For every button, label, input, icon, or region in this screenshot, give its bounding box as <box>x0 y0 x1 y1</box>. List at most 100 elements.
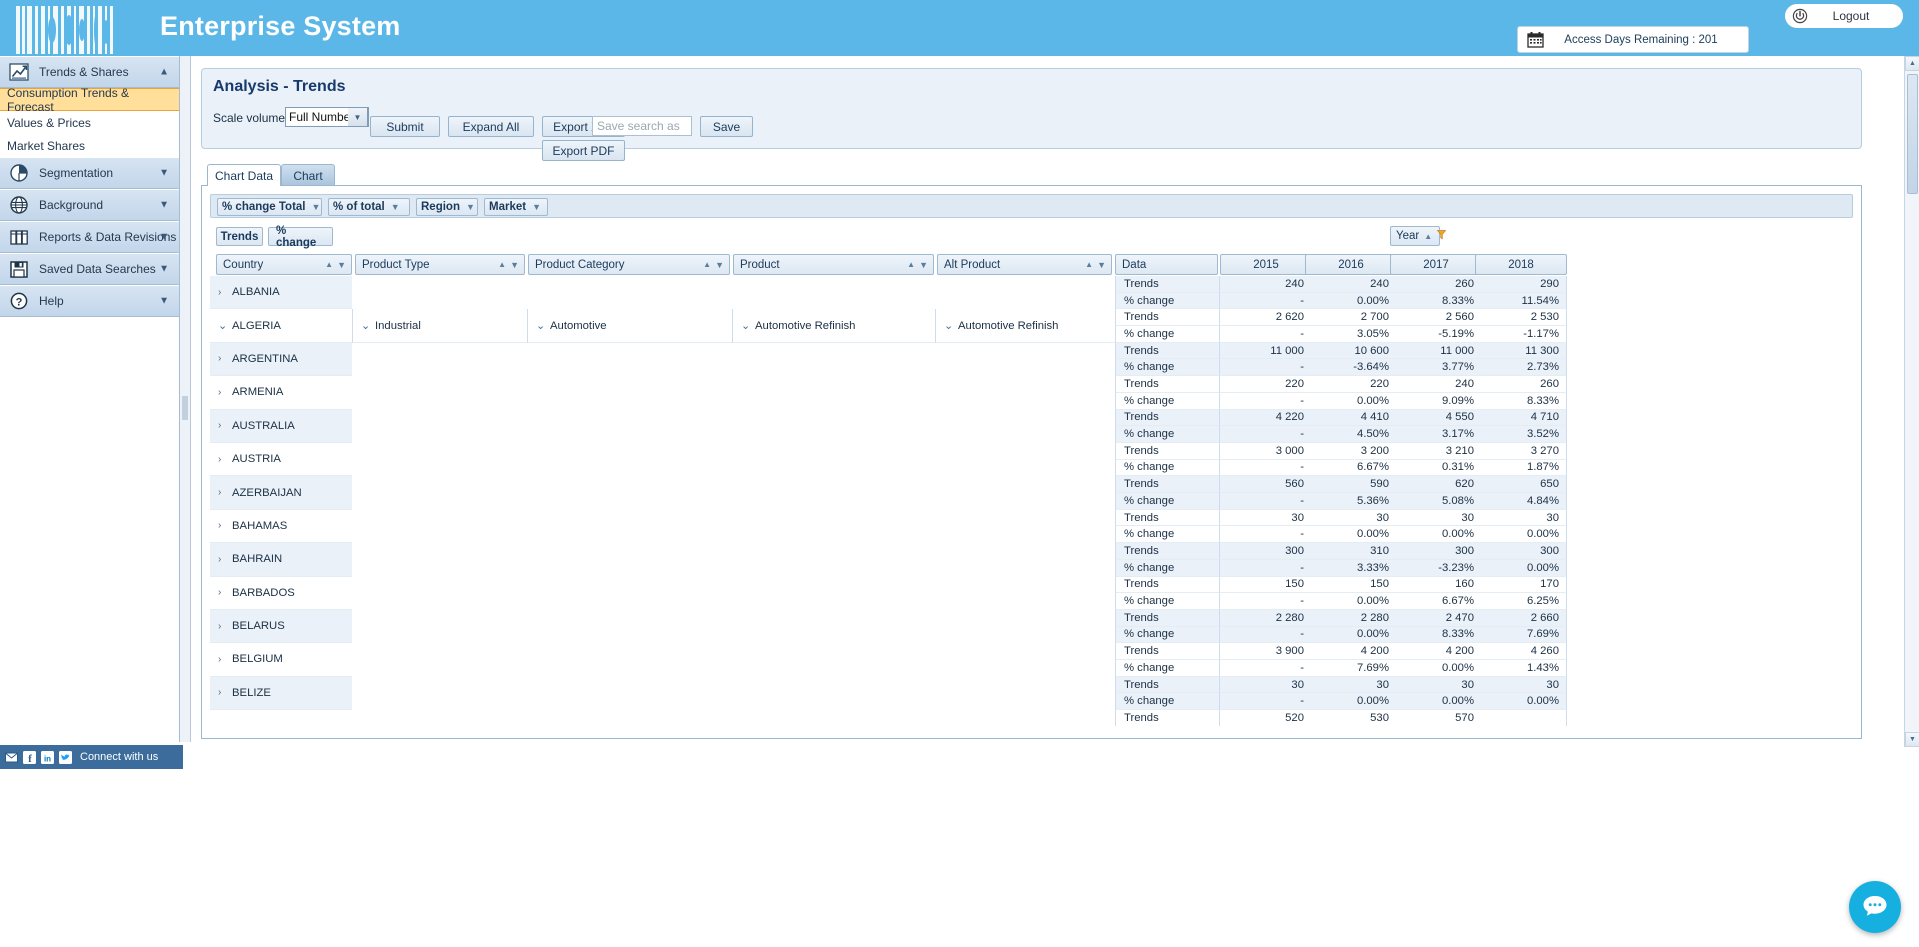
expand-chevron-icon[interactable]: › <box>218 621 225 632</box>
mode-button-pct-change[interactable]: % change <box>268 225 333 249</box>
column-header-label: Product <box>740 258 780 271</box>
main-scroll-handle[interactable] <box>1907 74 1918 194</box>
column-header-year-2016[interactable]: 2016 <box>1305 254 1397 275</box>
sidebar-group-help[interactable]: ? Help ▼ <box>0 285 179 317</box>
sidebar-item-consumption-trends-forecast[interactable]: Consumption Trends & Forecast <box>0 86 179 114</box>
cell-trends-2018: 260 <box>1475 376 1567 393</box>
table-row[interactable]: ⌄ ALGERIA ⌄ Industrial ⌄ Automotive ⌄ Automotiv… <box>210 309 1853 343</box>
column-header-alt-product[interactable]: Alt Product ▲ ▼ <box>937 254 1112 275</box>
expand-chevron-icon[interactable]: › <box>218 487 225 498</box>
table-row[interactable]: › ALBANIA Trends 240 240 260 290% change -0.00%… <box>210 276 1853 310</box>
cell-trends-2018: 11 300 <box>1475 342 1567 360</box>
filter-icon[interactable]: ▼ <box>1097 260 1106 270</box>
filter-icon[interactable]: ▼ <box>312 202 321 212</box>
submit-button[interactable]: Submit <box>370 116 440 137</box>
year-sort-pill[interactable]: Year ▲ <box>1390 226 1447 246</box>
tab-chart-data[interactable]: Chart Data <box>207 164 281 186</box>
filter-icon[interactable]: ▼ <box>715 260 724 270</box>
filter-icon[interactable]: ▼ <box>466 202 475 212</box>
logout-button[interactable]: Logout <box>1785 4 1903 28</box>
sidebar-scroll-handle[interactable] <box>182 396 188 420</box>
collapse-chevron-icon[interactable]: ⌄ <box>536 320 545 331</box>
column-header-year-2018[interactable]: 2018 <box>1475 254 1567 275</box>
table-row[interactable]: › AUSTRALIA Trends 4 220 4 410 4 550 4 710 % ch… <box>210 409 1853 443</box>
filter-pill-region[interactable]: Region ▼ <box>416 198 478 216</box>
cell-data-label: Trends <box>1115 710 1220 726</box>
expand-chevron-icon[interactable]: › <box>218 654 225 665</box>
collapse-chevron-icon[interactable]: ⌄ <box>741 320 750 331</box>
column-header-year-2015[interactable]: 2015 <box>1220 254 1312 275</box>
sort-asc-icon[interactable]: ▲ <box>498 260 506 269</box>
twitter-icon[interactable] <box>59 750 72 764</box>
table-row[interactable]: Trends 520 530 570 <box>210 710 1853 726</box>
filter-pill-market[interactable]: Market ▼ <box>484 198 548 216</box>
tab-chart[interactable]: Chart <box>281 164 335 186</box>
table-row[interactable]: › ARGENTINA Trends 11 000 10 600 11 000 11 300… <box>210 342 1853 377</box>
table-row[interactable]: › BAHAMAS Trends 30 30 30 30% change -0.00% 0.00… <box>210 509 1853 544</box>
main-scrollbar[interactable]: ▲ ▼ <box>1904 56 1919 747</box>
email-icon[interactable] <box>5 751 18 764</box>
table-row[interactable]: › AZERBAIJAN Trends 560 590 620 650% change -5.… <box>210 476 1853 510</box>
scroll-down-button[interactable]: ▼ <box>1905 732 1919 747</box>
collapse-chevron-icon[interactable]: ⌄ <box>944 320 953 331</box>
sidebar-group-reports-data-revisions[interactable]: Reports & Data Revisions ▼ <box>0 221 179 253</box>
table-row[interactable]: › BELGIUM Trends 3 900 4 200 4 200 4 260% chan… <box>210 643 1853 677</box>
filter-icon[interactable]: ▼ <box>919 260 928 270</box>
column-header-year-2017[interactable]: 2017 <box>1390 254 1482 275</box>
expand-chevron-icon[interactable]: › <box>218 520 225 531</box>
grid-body[interactable]: › ALBANIA Trends 240 240 260 290% change -0.00%… <box>210 276 1853 726</box>
sidebar-group-segmentation[interactable]: Segmentation ▼ <box>0 157 179 189</box>
sort-asc-icon[interactable]: ▲ <box>907 260 915 269</box>
table-row[interactable]: › BAHRAIN Trends 300 310 300 300% change -3.33%… <box>210 543 1853 577</box>
mode-button-trends[interactable]: Trends <box>216 227 263 246</box>
filter-icon[interactable]: ▼ <box>337 260 346 270</box>
sort-asc-icon[interactable]: ▲ <box>325 260 333 269</box>
filter-icon[interactable]: ▼ <box>510 260 519 270</box>
cell-data-label: Trends <box>1115 376 1220 393</box>
sidebar-group-background[interactable]: Background ▼ <box>0 189 179 221</box>
sort-asc-icon[interactable]: ▲ <box>703 260 711 269</box>
table-row[interactable]: › BELARUS Trends 2 280 2 280 2 470 2 660% chan… <box>210 609 1853 644</box>
linkedin-icon[interactable]: in <box>41 750 54 764</box>
save-search-input[interactable] <box>592 116 692 136</box>
expand-chevron-icon[interactable]: › <box>218 353 225 364</box>
sidebar-group-saved-data-searches[interactable]: Saved Data Searches ▼ <box>0 253 179 285</box>
table-row[interactable]: › ARMENIA Trends 220 220 240 260% change -0.00%… <box>210 376 1853 410</box>
expand-chevron-icon[interactable]: › <box>218 554 225 565</box>
chat-bubble-button[interactable] <box>1849 881 1901 933</box>
expand-chevron-icon[interactable]: › <box>218 420 225 431</box>
column-header-product[interactable]: Product ▲ ▼ <box>733 254 934 275</box>
sidebar-group-trends-shares[interactable]: Trends & Shares ▲ <box>0 56 179 88</box>
export-pdf-button[interactable]: Export PDF <box>542 140 625 161</box>
column-header-product-category[interactable]: Product Category ▲ ▼ <box>528 254 730 275</box>
table-row[interactable]: › BARBADOS Trends 150 150 160 170% change -0.00… <box>210 576 1853 610</box>
sidebar-item-market-shares[interactable]: Market Shares <box>0 134 179 157</box>
expand-chevron-icon[interactable]: › <box>218 387 225 398</box>
sort-asc-icon[interactable]: ▲ <box>1085 260 1093 269</box>
expand-chevron-icon[interactable]: › <box>218 687 225 698</box>
column-header-data[interactable]: Data <box>1115 254 1218 275</box>
filter-icon[interactable]: ▼ <box>391 202 400 212</box>
sidebar-item-values-prices[interactable]: Values & Prices <box>0 111 179 134</box>
expand-chevron-icon[interactable]: › <box>218 287 225 298</box>
filter-icon[interactable]: ▼ <box>532 202 541 212</box>
expand-all-button[interactable]: Expand All <box>448 116 534 137</box>
scale-volumes-dropdown-arrow[interactable]: ▼ <box>348 107 368 127</box>
cell-text: ARMENIA <box>232 386 284 399</box>
filter-icon[interactable] <box>1436 229 1447 243</box>
table-row[interactable]: › BELIZE Trends 30 30 30 30% change -0.00% 0.00%… <box>210 676 1853 711</box>
column-header-product-type[interactable]: Product Type ▲ ▼ <box>355 254 525 275</box>
column-header-country[interactable]: Country ▲ ▼ <box>216 254 352 275</box>
sidebar-scrollbar[interactable] <box>180 56 191 742</box>
filter-pill-pct-of-total[interactable]: % of total ▼ <box>328 198 410 216</box>
facebook-icon[interactable]: f <box>23 750 36 765</box>
collapse-chevron-icon[interactable]: ⌄ <box>218 320 227 331</box>
scroll-up-button[interactable]: ▲ <box>1905 56 1919 71</box>
collapse-chevron-icon[interactable]: ⌄ <box>361 320 370 331</box>
expand-chevron-icon[interactable]: › <box>218 454 225 465</box>
table-row[interactable]: › AUSTRIA Trends 3 000 3 200 3 210 3 270 % chan… <box>210 442 1853 477</box>
save-button[interactable]: Save <box>700 116 753 137</box>
sort-asc-icon[interactable]: ▲ <box>1424 232 1432 241</box>
expand-chevron-icon[interactable]: › <box>218 587 225 598</box>
filter-pill-pct-change-total[interactable]: % change Total ▼ <box>217 198 322 216</box>
